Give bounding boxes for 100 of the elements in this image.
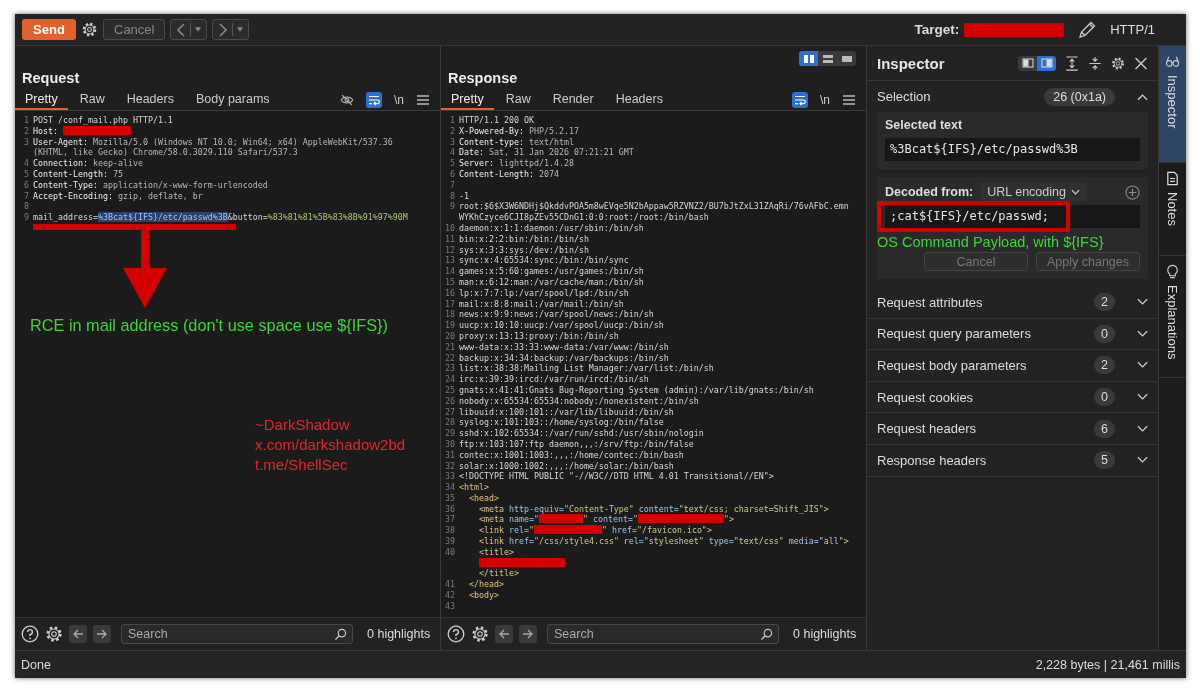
code-line: sys:x:3:3:sys:/dev:/bin/sh <box>459 244 589 256</box>
line-number: 28 <box>444 417 455 429</box>
pencil-icon[interactable] <box>1077 19 1098 40</box>
side-tab[interactable]: Explanations <box>1159 256 1186 378</box>
chevron-icon[interactable] <box>1137 329 1148 338</box>
newline-toggle[interactable]: \n <box>820 93 830 107</box>
code-line: <!DOCTYPE HTML PUBLIC "-//W3C//DTD HTML 4.01 Transitional//EN"> <box>459 471 774 483</box>
settings-icon[interactable] <box>1111 55 1125 71</box>
code-line: Accept-Encoding: gzip, deflate, br <box>33 190 203 202</box>
line-number: 26 <box>444 395 455 407</box>
code-line: Content-Type: application/x-www-form-urlencoded <box>33 179 268 191</box>
decoded-text-field[interactable]: ;cat${IFS}/etc/passwd; <box>885 205 1140 228</box>
tab[interactable]: Headers <box>605 90 673 110</box>
code-line: daemon:x:1:1:daemon:/usr/sbin:/bin/sh <box>459 222 644 234</box>
line-number: 20 <box>444 330 455 342</box>
settings-icon[interactable] <box>471 625 489 643</box>
tab[interactable]: Raw <box>495 90 541 110</box>
collapse-icon[interactable] <box>1088 55 1102 71</box>
section-label[interactable]: Request headers <box>877 421 1087 437</box>
close-icon[interactable] <box>1134 55 1148 71</box>
next-button[interactable] <box>93 625 111 643</box>
add-icon[interactable] <box>1125 184 1140 200</box>
code-line: X-Powered-By: PHP/5.2.17 <box>459 125 579 137</box>
chevron-icon[interactable] <box>1137 298 1148 307</box>
panel-title: Selected text <box>885 118 964 132</box>
line-number: 38 <box>444 525 455 537</box>
wrap-lines-toggle[interactable] <box>792 92 808 108</box>
menu-icon[interactable] <box>416 93 430 107</box>
line-number: 5 <box>23 169 29 180</box>
code-line: list:x:38:38:Mailing List Manager:/var/list:/bin/sh <box>459 363 714 375</box>
tab[interactable]: Headers <box>116 90 184 110</box>
chevron-icon[interactable] <box>1137 424 1148 433</box>
line-number: 4 <box>23 158 29 169</box>
line-number: 12 <box>444 244 455 256</box>
back-button[interactable] <box>170 19 208 40</box>
forward-button[interactable] <box>212 19 250 40</box>
line-number: 36 <box>444 503 455 515</box>
line-number: 35 <box>444 492 455 504</box>
single-panel-icon <box>840 53 853 64</box>
chevron-down-icon <box>1070 189 1080 195</box>
line-number: 30 <box>444 438 455 450</box>
chevron-icon[interactable] <box>1137 393 1148 402</box>
code-line: solar:x:1000:1002:,,,:/home/solar:/bin/bash <box>459 460 674 472</box>
line-number: 3 <box>23 136 29 148</box>
help-icon[interactable] <box>447 625 465 643</box>
section-label[interactable]: Request cookies <box>877 389 1087 405</box>
chevron-icon[interactable] <box>1137 92 1148 101</box>
chevron-icon[interactable] <box>1137 456 1148 465</box>
code-line: nobody:x:65534:65534:nobody:/nonexistent:/bin/sh <box>459 395 699 407</box>
line-number: 14 <box>444 266 455 277</box>
previous-button[interactable] <box>495 625 513 643</box>
line-number: 17 <box>444 298 455 310</box>
menu-icon[interactable] <box>842 93 856 107</box>
line-number: 33 <box>444 471 455 483</box>
layout-toggle[interactable] <box>799 51 818 66</box>
newline-toggle[interactable]: \n <box>394 93 404 107</box>
help-icon[interactable] <box>21 625 39 643</box>
code-line: (KHTML, like Gecko) Chrome/58.0.3029.110 Safari/537.3 <box>33 147 298 159</box>
search-field[interactable]: Search <box>547 624 779 644</box>
line-number: 21 <box>444 341 455 353</box>
columns-icon <box>802 53 815 64</box>
code-line: contec:x:1001:1003:,,,:/home/contec:/bin/bash <box>459 449 684 461</box>
eye-slash-icon[interactable] <box>340 93 354 107</box>
line-number: 1 <box>23 115 29 126</box>
line-number: 34 <box>444 482 455 493</box>
caret-icon <box>237 27 244 32</box>
tab[interactable]: Body params <box>185 90 280 110</box>
search-field[interactable]: Search <box>121 624 353 644</box>
line-number: 43 <box>444 600 455 612</box>
line-number: 3 <box>449 136 455 148</box>
section-label[interactable]: Response headers <box>877 452 1087 468</box>
selected-text-field[interactable]: %3Bcat${IFS}/etc/passwd%3B <box>885 138 1140 161</box>
section-label[interactable]: Selection <box>877 89 1037 104</box>
line-number: 32 <box>444 460 455 472</box>
section-label[interactable]: Request body parameters <box>877 358 1087 373</box>
side-tab[interactable]: Notes <box>1159 163 1186 256</box>
tab[interactable]: Raw <box>69 90 115 110</box>
wrap-lines-toggle[interactable] <box>366 92 382 108</box>
panel-toggle[interactable] <box>1018 55 1037 71</box>
code-line: gnats:x:41:41:Gnats Bug-Reporting System (admin):/var/lib/gnats:/bin/sh <box>459 384 814 396</box>
code-line: Date: Sat, 31 Jan 2026 07:21:21 GMT <box>459 147 634 159</box>
count-badge: 5 <box>1094 451 1115 470</box>
protocol-label[interactable]: HTTP/1 <box>1110 22 1155 37</box>
line-number: 6 <box>449 169 455 180</box>
encoding-dropdown[interactable]: URL encoding <box>981 183 1086 201</box>
expand-icon[interactable] <box>1065 55 1079 71</box>
line-number: 42 <box>444 590 455 601</box>
code-line: Host: <box>33 125 131 137</box>
side-tab[interactable]: Inspector <box>1159 46 1186 163</box>
line-number: 7 <box>23 190 29 202</box>
next-button[interactable] <box>519 625 537 643</box>
line-number: 7 <box>449 179 455 191</box>
section-label[interactable]: Request query parameters <box>877 326 1087 342</box>
chevron-icon[interactable] <box>1137 361 1148 370</box>
tab[interactable]: Render <box>542 90 604 110</box>
settings-icon[interactable] <box>81 21 98 38</box>
settings-icon[interactable] <box>45 625 63 643</box>
section-label[interactable]: Request attributes <box>877 294 1087 310</box>
panel-toggle[interactable] <box>1037 55 1056 71</box>
previous-button[interactable] <box>69 625 87 643</box>
